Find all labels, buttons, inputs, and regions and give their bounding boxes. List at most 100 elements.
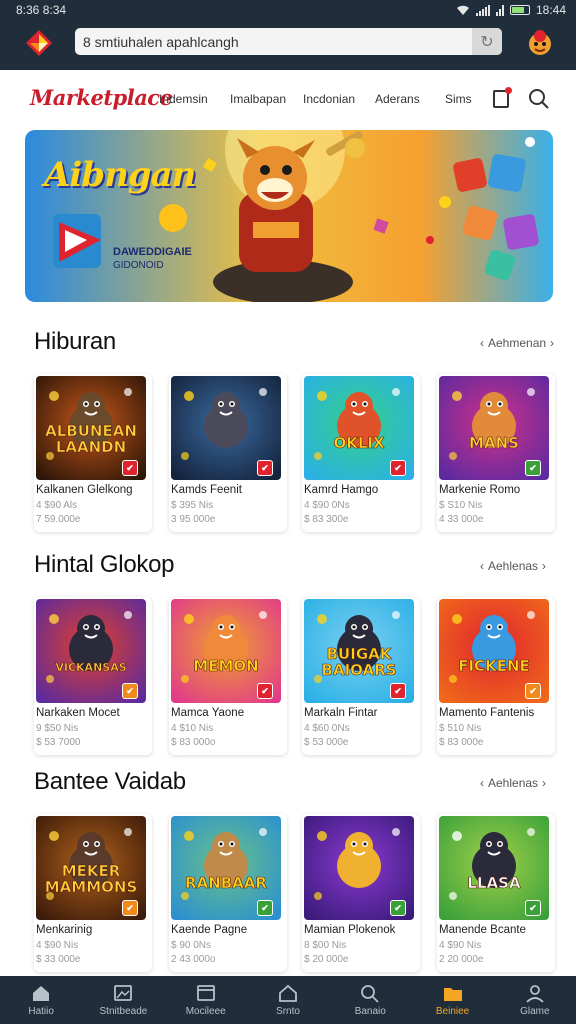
chevron-left-icon: ‹ <box>480 559 484 573</box>
game-title: Kalkanen Glelkong <box>36 484 133 496</box>
game-card[interactable]: MEKER MAMMONS ✔ Menkarinig 4 $90 Nis $ 33 000… <box>34 814 152 972</box>
game-card[interactable]: ✔ Kamds Feenit $ 395 Nis 3 95 000e <box>169 374 287 532</box>
app-logo-icon[interactable] <box>24 28 54 58</box>
chevron-right-icon: › <box>550 336 555 350</box>
nav-link-5[interactable]: Sims <box>445 92 472 106</box>
game-card[interactable]: LLASA ✔ Manende Bcante 4 $90 Nis 2 20 000e <box>437 814 555 972</box>
game-price: $ 20 000e <box>304 954 349 965</box>
game-card[interactable]: MANS ✔ Markenie Romo $ S10 Nis 4 33 000e <box>437 374 555 532</box>
game-thumbnail[interactable]: MEKER MAMMONS ✔ <box>36 816 146 920</box>
status-battery: 18:44 <box>535 3 566 17</box>
section-see-all-link[interactable]: ‹ Aehmenan › <box>480 336 554 350</box>
nav-link-2[interactable]: Imalbapan <box>230 92 286 106</box>
rating-badge-icon: ✔ <box>390 900 406 916</box>
notification-dot <box>505 87 512 94</box>
game-card[interactable]: ✔ Mamian Plokenok 8 $00 Nis $ 20 000e <box>302 814 420 972</box>
game-rating: 4 $90 Nis <box>439 940 482 951</box>
game-title: Narkaken Mocet <box>36 707 120 719</box>
game-thumbnail[interactable]: MANS ✔ <box>439 376 549 480</box>
game-thumbnail[interactable]: LLASA ✔ <box>439 816 549 920</box>
section-title: Hiburan <box>34 328 116 355</box>
game-price: $ 53 000e <box>304 737 349 748</box>
game-thumbnail[interactable]: ✔ <box>304 816 414 920</box>
bottom-tab-2[interactable]: Stnitbeade <box>82 976 164 1024</box>
game-thumbnail[interactable]: MEMON ✔ <box>171 599 281 703</box>
thumbnail-art-text: MANS <box>469 434 519 452</box>
section-see-all-label: Aehmenan <box>488 336 547 350</box>
bottom-tab-4[interactable]: Srnto <box>247 976 329 1024</box>
search-bar[interactable]: ↻ <box>75 28 502 55</box>
nav-link-1[interactable]: Indemsin <box>159 92 208 106</box>
game-card[interactable]: MEMON ✔ Mamca Yaone 4 $10 Nis $ 83 000o <box>169 597 287 755</box>
refresh-button[interactable]: ↻ <box>472 28 502 55</box>
thumbnail-art-text: LLASA <box>467 874 521 892</box>
folder-icon <box>443 988 462 1001</box>
home-icon <box>33 986 50 1001</box>
game-rating: 4 $90 Als <box>36 500 78 511</box>
bottom-tab-7[interactable]: Glame <box>494 976 576 1024</box>
wifi-icon <box>456 5 469 15</box>
game-title: Mamian Plokenok <box>304 924 396 936</box>
nav-link-3[interactable]: Incdonian <box>303 92 355 106</box>
status-time: 8:36 8:34 <box>16 3 67 17</box>
game-thumbnail[interactable]: VICKANSAS ✔ <box>36 599 146 703</box>
house-outline-icon <box>279 984 297 1002</box>
game-card[interactable]: VICKANSAS ✔ Narkaken Mocet 9 $50 Nis $ 53 70… <box>34 597 152 755</box>
rating-badge-icon: ✔ <box>390 683 406 699</box>
search-input[interactable] <box>75 33 465 50</box>
game-card[interactable]: OKLIX ✔ Kamrd Hamgo 4 $90 0Ns $ 83 300e <box>302 374 420 532</box>
game-title: Manende Bcante <box>439 924 526 936</box>
bottom-tab-5[interactable]: Banaio <box>329 976 411 1024</box>
nav-row: Marketplace Indemsin Imalbapan Incdonian… <box>0 70 576 128</box>
search-icon[interactable] <box>528 88 550 110</box>
banner-title: Aibngan <box>44 155 196 195</box>
game-thumbnail[interactable]: OKLIX ✔ <box>304 376 414 480</box>
game-rating: $ S10 Nis <box>439 500 483 511</box>
battery-icon <box>509 5 530 15</box>
bottom-tab-label: Hatiio <box>28 1006 54 1017</box>
game-thumbnail[interactable]: BUIGAK BAIOARS ✔ <box>304 599 414 703</box>
section-see-all-link[interactable]: ‹ Aehlenas › <box>480 559 546 573</box>
thumbnail-art-text: FICKENE <box>458 657 530 675</box>
thumbnail-art-text: MEMON <box>193 657 258 675</box>
game-thumbnail[interactable]: FICKENE ✔ <box>439 599 549 703</box>
chevron-left-icon: ‹ <box>480 336 484 350</box>
avatar[interactable] <box>524 26 556 58</box>
game-card[interactable]: BUIGAK BAIOARS ✔ Markaln Fintar 4 $60 0Ns $ 5… <box>302 597 420 755</box>
game-rating: 4 $10 Nis <box>171 723 214 734</box>
game-card[interactable]: ALBUNEAN LAANDN ✔ Kalkanen Glelkong 4 $90 Al… <box>34 374 152 532</box>
game-price: $ 33 000e <box>36 954 81 965</box>
bottom-tab-6[interactable]: Beiniee <box>411 976 493 1024</box>
game-thumbnail[interactable]: ✔ <box>171 376 281 480</box>
game-price: $ 83 000o <box>171 737 216 748</box>
image-icon <box>114 985 133 1001</box>
rating-badge-icon: ✔ <box>257 900 273 916</box>
section-title: Bantee Vaidab <box>34 768 186 795</box>
game-rating: $ 90 0Ns <box>171 940 212 951</box>
game-thumbnail[interactable]: RANBAAR ✔ <box>171 816 281 920</box>
bottom-tab-3[interactable]: Mocileee <box>165 976 247 1024</box>
section-see-all-link[interactable]: ‹ Aehlenas › <box>480 776 546 790</box>
rating-badge-icon: ✔ <box>257 683 273 699</box>
game-card[interactable]: FICKENE ✔ Mamento Fantenis $ 510 Nis $ 83 00… <box>437 597 555 755</box>
game-title: Mamento Fantenis <box>439 707 535 719</box>
game-rating: 4 $60 0Ns <box>304 723 350 734</box>
game-thumbnail[interactable]: ALBUNEAN LAANDN ✔ <box>36 376 146 480</box>
bottom-tab-1[interactable]: Hatiio <box>0 976 82 1024</box>
rating-badge-icon: ✔ <box>525 683 541 699</box>
game-rating: 8 $00 Nis <box>304 940 347 951</box>
bottom-tab-label: Mocileee <box>185 1006 226 1017</box>
section-title: Hintal Glokop <box>34 551 175 578</box>
chevron-right-icon: › <box>542 776 547 790</box>
game-card[interactable]: RANBAAR ✔ Kaende Pagne $ 90 0Ns 2 43 000o <box>169 814 287 972</box>
section-see-all-label: Aehlenas <box>488 776 539 790</box>
game-title: Markaln Fintar <box>304 707 378 719</box>
brand-logo[interactable]: Marketplace <box>30 85 173 110</box>
cart-icon[interactable] <box>493 87 512 108</box>
rating-badge-icon: ✔ <box>257 460 273 476</box>
nav-link-4[interactable]: Aderans <box>375 92 420 106</box>
bottom-navigation: Hatiio Stnitbeade Mocileee Srnto Banaio Beini… <box>0 976 576 1024</box>
chevron-right-icon: › <box>542 559 547 573</box>
game-price: $ 83 300e <box>304 514 349 525</box>
game-rating: 4 $90 0Ns <box>304 500 350 511</box>
